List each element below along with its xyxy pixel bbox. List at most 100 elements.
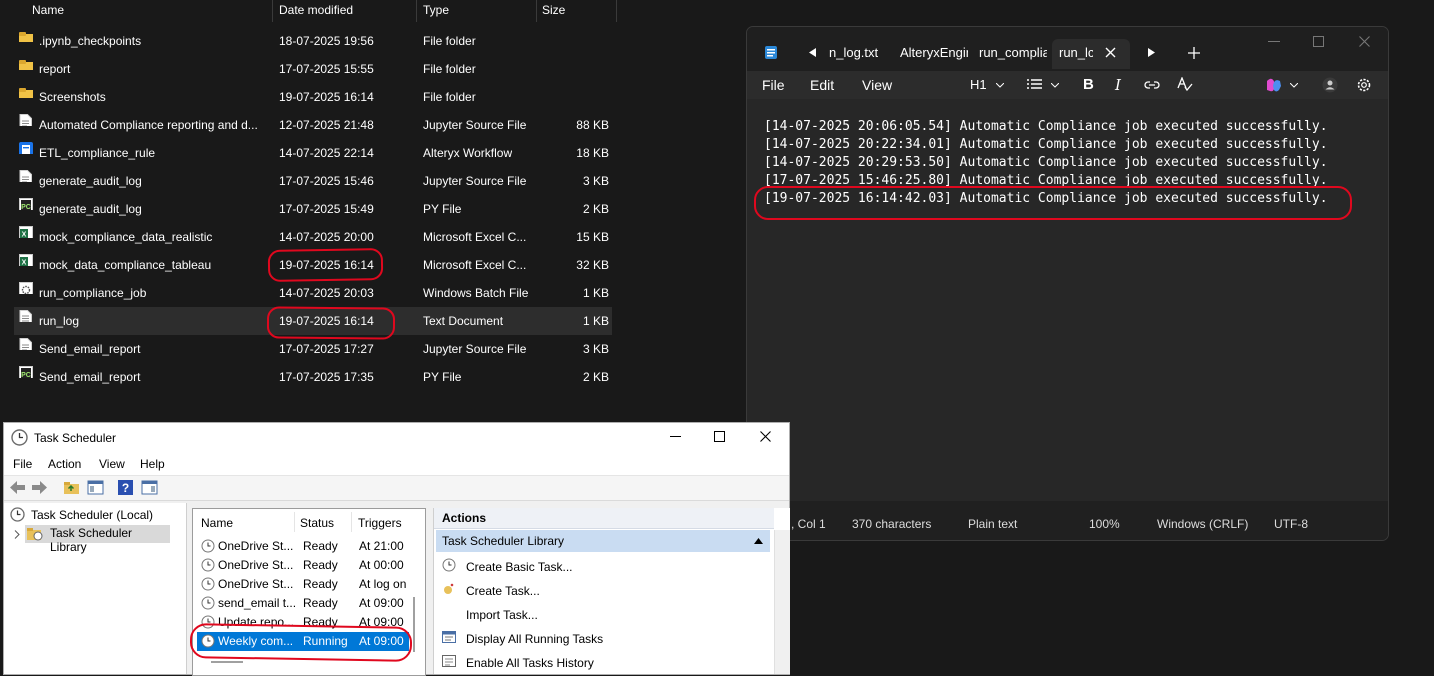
copilot-icon[interactable] (1265, 77, 1282, 93)
status-encoding[interactable]: UTF-8 (1274, 501, 1308, 540)
svg-text:PC: PC (21, 372, 31, 378)
close-window-icon[interactable] (1359, 36, 1370, 47)
column-header-type[interactable]: Type (423, 0, 449, 20)
status-line-ending[interactable]: Windows (CRLF) (1157, 501, 1248, 540)
tab-run-log-active[interactable]: run_lc (1052, 39, 1130, 69)
log-line: [14-07-2025 20:29:53.50] Automatic Compl… (764, 155, 1328, 170)
minimize-icon[interactable] (1268, 41, 1280, 43)
status-format[interactable]: Plain text (968, 501, 1017, 540)
column-header-name[interactable]: Name (32, 0, 64, 20)
task-name: send_email t... (218, 596, 296, 610)
column-divider[interactable] (416, 0, 417, 22)
actions-section-task-scheduler-library[interactable]: Task Scheduler Library (436, 530, 770, 552)
status-zoom[interactable]: 100% (1089, 501, 1120, 540)
file-row[interactable]: PC Send_email_report 17-07-2025 17:35 PY Fi… (14, 363, 612, 391)
menu-view[interactable]: View (862, 71, 892, 99)
new-tab-icon[interactable] (1188, 47, 1200, 59)
tab-scroll-left-icon[interactable] (809, 48, 817, 57)
spellcheck-icon[interactable] (1177, 77, 1193, 92)
chevron-down-icon[interactable] (996, 83, 1004, 88)
file-row[interactable]: Xmock_compliance_data_realistic 14-07-202… (14, 223, 612, 251)
file-row[interactable]: PC generate_audit_log 17-07-2025 15:49 PY F… (14, 195, 612, 223)
collapse-triangle-icon[interactable] (754, 538, 763, 544)
action-create-basic-task[interactable]: Create Basic Task... (466, 559, 573, 575)
tab-run-log-txt[interactable]: n_log.txt (829, 39, 889, 69)
notepad-text-area[interactable]: [14-07-2025 20:06:05.54] Automatic Compl… (747, 99, 1388, 501)
task-row[interactable]: send_email t... Ready At 09:00 o (197, 594, 409, 613)
folder-icon (19, 55, 33, 70)
file-row[interactable]: Screenshots 19-07-2025 16:14 File folder (14, 83, 612, 111)
column-header-status[interactable]: Status (300, 515, 334, 531)
action-enable-all-tasks-history[interactable]: Enable All Tasks History (466, 655, 594, 671)
task-row[interactable]: Weekly com... Running At 09:00 o (197, 632, 409, 651)
action-display-all-running-tasks[interactable]: Display All Running Tasks (466, 631, 603, 647)
tab-alteryx-engine[interactable]: AlteryxEngin (900, 39, 968, 69)
chevron-right-icon[interactable] (14, 530, 20, 539)
horizontal-scrollbar[interactable] (211, 661, 243, 663)
forward-arrow-icon[interactable] (31, 479, 48, 496)
file-row[interactable]: Xmock_data_compliance_tableau 19-07-2025 … (14, 251, 612, 279)
column-header-name[interactable]: Name (201, 515, 233, 531)
log-line: [14-07-2025 20:22:34.01] Automatic Compl… (764, 137, 1328, 152)
action-create-task[interactable]: Create Task... (466, 583, 540, 599)
column-header-size[interactable]: Size (542, 0, 565, 20)
column-divider[interactable] (272, 0, 273, 22)
menu-view[interactable]: View (99, 453, 125, 475)
file-row[interactable]: .ipynb_checkpoints 18-07-2025 19:56 File f… (14, 27, 612, 55)
text-file-icon (19, 307, 33, 322)
action-import-task[interactable]: Import Task... (466, 607, 538, 623)
file-name: .ipynb_checkpoints (39, 34, 142, 48)
file-row[interactable]: generate_audit_log 17-07-2025 15:46 Jupyte… (14, 167, 612, 195)
column-divider[interactable] (616, 0, 617, 22)
task-row[interactable]: Update repo... Ready At 09:00 o (197, 613, 409, 632)
menu-help[interactable]: Help (140, 453, 165, 475)
tree-item-task-scheduler-library[interactable]: Task Scheduler Library (25, 525, 170, 554)
link-icon[interactable] (1144, 79, 1160, 91)
tree-item-task-scheduler-local[interactable]: Task Scheduler (Local) (31, 508, 153, 522)
file-row[interactable]: run_log 19-07-2025 16:14 Text Document 1 KB (14, 307, 612, 335)
column-divider[interactable] (294, 512, 295, 532)
file-date-modified: 14-07-2025 20:03 (279, 286, 374, 300)
column-header-triggers[interactable]: Triggers (358, 515, 402, 531)
file-row[interactable]: ETL_compliance_rule 14-07-2025 22:14 Alter… (14, 139, 612, 167)
file-size: 3 KB (582, 174, 609, 188)
settings-gear-icon[interactable] (1356, 77, 1372, 93)
file-row[interactable]: report 17-07-2025 15:55 File folder (14, 55, 612, 83)
heading-dropdown[interactable]: H1 (970, 71, 987, 99)
maximize-icon[interactable] (714, 431, 725, 442)
column-divider[interactable] (351, 512, 352, 532)
close-tab-icon[interactable] (1105, 47, 1116, 58)
file-row[interactable]: run_compliance_job 14-07-2025 20:03 Window… (14, 279, 612, 307)
menu-action[interactable]: Action (48, 453, 81, 475)
task-row[interactable]: OneDrive St... Ready At 00:00 o (197, 556, 409, 575)
actions-scrollbar[interactable] (774, 530, 790, 674)
menu-file[interactable]: File (13, 453, 32, 475)
clock-icon (10, 507, 25, 522)
italic-icon[interactable]: I (1115, 71, 1121, 99)
list-icon[interactable] (1027, 78, 1043, 91)
column-divider[interactable] (536, 0, 537, 22)
task-row[interactable]: OneDrive St... Ready At 21:00 o (197, 537, 409, 556)
menu-file[interactable]: File (762, 71, 785, 99)
close-window-icon[interactable] (760, 431, 771, 442)
maximize-icon[interactable] (1313, 36, 1324, 47)
account-icon[interactable] (1322, 77, 1338, 93)
task-row[interactable]: OneDrive St... Ready At log on (197, 575, 409, 594)
file-row[interactable]: Send_email_report 17-07-2025 17:27 Jupyter… (14, 335, 612, 363)
folder-up-icon[interactable] (63, 479, 80, 496)
file-row[interactable]: Automated Compliance reporting and d... 1… (14, 111, 612, 139)
vertical-scrollbar[interactable] (413, 597, 415, 652)
show-hide-console-tree-icon[interactable] (87, 479, 104, 496)
minimize-icon[interactable] (670, 436, 681, 438)
show-hide-action-pane-icon[interactable] (141, 479, 158, 496)
chevron-down-icon[interactable] (1290, 83, 1298, 88)
help-icon[interactable]: ? (117, 479, 134, 496)
bold-icon[interactable]: B (1083, 71, 1094, 99)
log-line: [14-07-2025 20:06:05.54] Automatic Compl… (764, 119, 1328, 134)
chevron-down-icon[interactable] (1051, 83, 1059, 88)
column-header-date[interactable]: Date modified (279, 0, 353, 20)
menu-edit[interactable]: Edit (810, 71, 834, 99)
tab-run-compliance[interactable]: run_complia (979, 39, 1047, 69)
tab-scroll-right-icon[interactable] (1148, 48, 1156, 57)
back-arrow-icon[interactable] (9, 479, 26, 496)
